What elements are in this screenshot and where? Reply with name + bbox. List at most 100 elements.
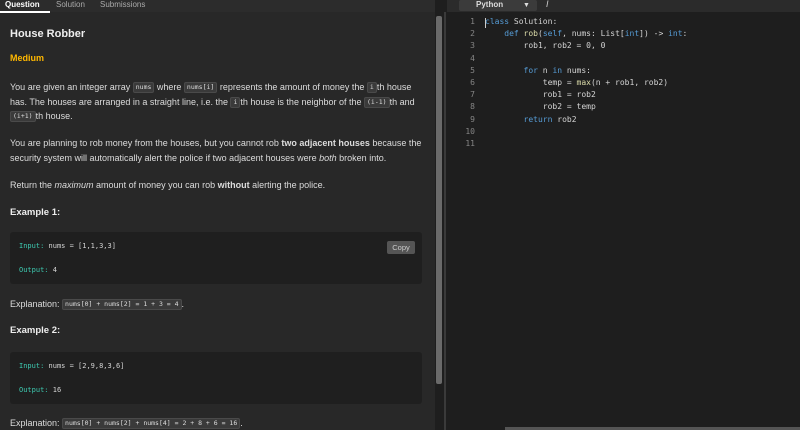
line-number: 11 <box>465 139 475 148</box>
line-number: 10 <box>465 126 475 136</box>
output-label: Output: <box>19 266 49 274</box>
text: You are given an integer array <box>10 82 133 92</box>
code-token: def <box>504 29 519 39</box>
bold-text: two adjacent houses <box>281 138 370 148</box>
example-1-input: Input: nums = [1,1,3,3] <box>19 242 116 250</box>
description-paragraph-1: You are given an integer array nums wher… <box>10 80 425 124</box>
example-1-heading: Example 1: <box>10 207 61 218</box>
inline-code: i <box>366 82 377 93</box>
text: Return the <box>10 180 55 190</box>
line-number: 1 <box>470 17 475 26</box>
code-token: temp = <box>485 78 577 87</box>
code-token: for <box>523 65 538 75</box>
bold-text: without <box>217 180 250 190</box>
code-token: Solution: <box>509 17 558 26</box>
input-value: nums = [2,9,8,3,6] <box>44 362 125 370</box>
description-paragraph-2: You are planning to rob money from the h… <box>10 136 425 165</box>
code-token: in <box>552 65 563 75</box>
active-tab-indicator <box>0 11 50 13</box>
italic-text: both <box>319 152 337 163</box>
tab-submissions[interactable]: Submissions <box>100 0 145 9</box>
inline-code: (i+1) <box>10 111 36 122</box>
output-value: 4 <box>48 266 57 274</box>
code-token: (n + rob1, rob2) <box>590 78 669 87</box>
code-token: : <box>682 29 688 39</box>
example-1-block: Input: nums = [1,1,3,3] Output: 4 Copy <box>10 232 422 284</box>
input-label: Input: <box>19 242 45 250</box>
example-1-explanation: Explanation: nums[0] + nums[2] = 1 + 3 =… <box>10 297 425 312</box>
code-editor-panel: Python ▼ I 1 2 3 4 5 6 7 8 9 10 11 class Solution:… <box>447 0 800 430</box>
code-token: ]) -> <box>639 29 669 39</box>
problem-scrollbar[interactable] <box>436 16 442 384</box>
line-number: 6 <box>470 78 475 87</box>
output-label: Output: <box>19 386 49 394</box>
text: amount of money you can rob <box>93 180 218 190</box>
copy-button[interactable]: Copy <box>387 241 415 254</box>
text: . <box>181 299 185 309</box>
code-token: nums: <box>562 65 591 75</box>
inline-code: nums <box>132 82 155 93</box>
code-token: class <box>485 17 510 26</box>
code-token: , nums: List[ <box>562 29 625 39</box>
code-line: rob1 = rob2 <box>485 90 596 99</box>
code-token: return <box>523 114 553 124</box>
text: th and <box>389 96 415 107</box>
code-line: return rob2 <box>485 115 577 124</box>
tab-question[interactable]: Question <box>5 0 40 9</box>
inline-code: nums[0] + nums[2] + nums[4] = 2 + 8 + 6 … <box>62 418 241 429</box>
line-number: 8 <box>470 102 475 112</box>
text: alerting the police. <box>249 180 326 190</box>
line-number: 5 <box>470 65 475 75</box>
text: . <box>240 418 243 428</box>
example-2-block: Input: nums = [2,9,8,3,6] Output: 16 <box>10 352 422 404</box>
code-token: rob <box>523 29 538 39</box>
inline-code: (i-1) <box>364 96 390 108</box>
example-2-input: Input: nums = [2,9,8,3,6] <box>19 362 124 370</box>
language-select[interactable]: Python ▼ <box>459 0 537 11</box>
code-token: rob1 = rob2 <box>485 90 596 100</box>
text: broken into. <box>336 152 387 163</box>
text-cursor-icon: I <box>546 0 549 9</box>
chevron-down-icon: ▼ <box>523 2 530 9</box>
code-token: self <box>542 29 563 39</box>
text-caret <box>485 18 486 28</box>
input-value: nums = [1,1,3,3] <box>44 242 116 250</box>
code-line: rob2 = temp <box>485 102 596 111</box>
text: represents the amount of money the <box>217 82 367 92</box>
text: th house. <box>35 111 73 121</box>
example-2-output: Output: 16 <box>19 386 61 394</box>
language-label: Python <box>476 0 504 9</box>
editor-toolbar: Python ▼ I <box>447 0 800 12</box>
problem-title: House Robber <box>10 28 86 40</box>
code-line: temp = max(n + rob1, rob2) <box>485 78 668 87</box>
text: You are planning to rob money from the h… <box>10 138 282 148</box>
code-line: rob1, rob2 = 0, 0 <box>485 41 606 51</box>
code-line: def rob(self, nums: List[int]) -> int: <box>485 29 687 38</box>
code-token: rob2 <box>552 114 577 124</box>
italic-text: maximum <box>54 180 94 190</box>
code-line: class Solution: <box>485 17 557 26</box>
difficulty-badge: Medium <box>10 53 45 63</box>
text: th house is the neighbor of the <box>240 96 364 107</box>
example-2-explanation: Explanation: nums[0] + nums[2] + nums[4]… <box>10 416 425 430</box>
panel-splitter[interactable] <box>444 12 446 430</box>
line-number: 3 <box>470 41 475 51</box>
tab-bar: Question Solution Submissions <box>0 0 435 13</box>
code-token: int <box>624 29 640 39</box>
inline-code: i <box>230 96 241 108</box>
code-token: rob2 = temp <box>485 102 596 112</box>
code-token: n <box>537 65 553 75</box>
problem-panel: Question Solution Submissions House Robb… <box>0 0 435 430</box>
code-line: for n in nums: <box>485 66 591 75</box>
code-token: rob1, rob2 = 0, 0 <box>485 41 606 51</box>
inline-code: nums[0] + nums[2] = 1 + 3 = 4 <box>62 299 182 310</box>
explanation-label: Explanation: <box>10 418 63 428</box>
output-value: 16 <box>48 386 62 394</box>
description-paragraph-3: Return the maximum amount of money you c… <box>10 178 425 193</box>
text: where <box>154 82 184 92</box>
tab-solution[interactable]: Solution <box>56 0 85 9</box>
line-number: 4 <box>470 53 475 63</box>
